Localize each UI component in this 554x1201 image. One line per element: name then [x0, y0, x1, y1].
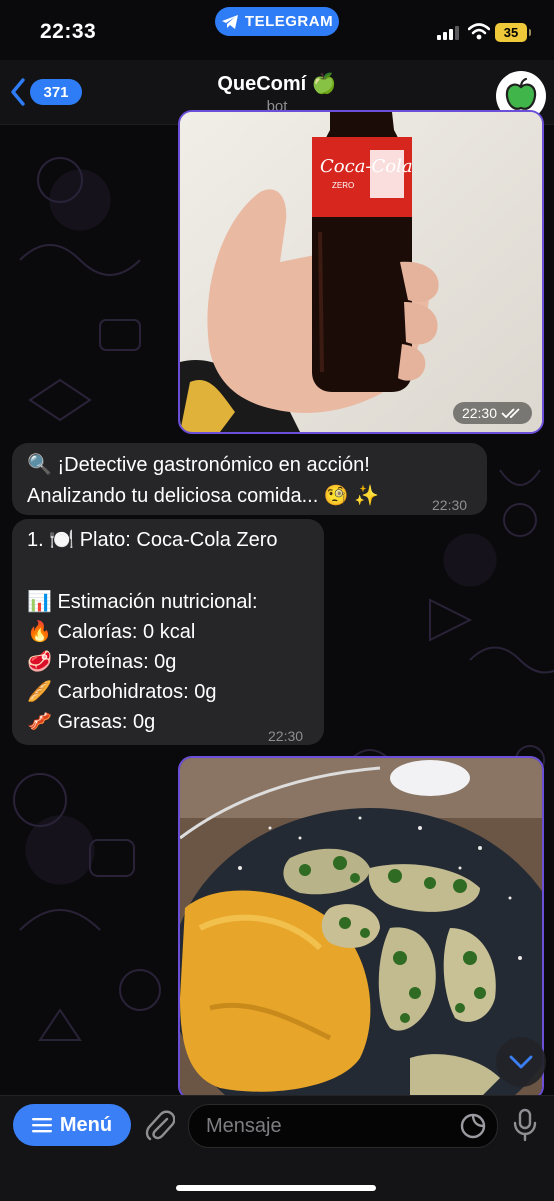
telegram-pill-label: TELEGRAM [244, 13, 334, 30]
menu-button-label: Menú [59, 1113, 113, 1136]
message-time: 22:30 [461, 405, 497, 421]
battery-indicator: 35 [495, 23, 531, 42]
outgoing-photo-message[interactable]: Coca-Cola ZERO 22:30 [178, 110, 544, 434]
fat-line: 🥓 Grasas: 0g [27, 711, 156, 733]
incoming-nutrition-message[interactable]: 1. 🍽️ Plato: Coca-Cola Zero 📊 Estimación… [12, 519, 324, 745]
protein-line: 🥩 Proteínas: 0g [27, 651, 177, 673]
wifi-icon [468, 23, 490, 40]
photo-timestamp: 22:30 [452, 402, 532, 424]
message-text: 🔍 ¡Detective gastronómico en acción! Ana… [27, 450, 379, 512]
read-checkmarks-icon [501, 408, 520, 419]
telegram-plane-icon [221, 14, 238, 29]
estimate-heading: 📊 Estimación nutricional: [27, 591, 258, 613]
telegram-pill[interactable]: TELEGRAM [215, 7, 339, 36]
sticker-icon[interactable] [459, 1112, 487, 1140]
status-time: 22:33 [40, 20, 97, 43]
message-input[interactable]: Mensaje [188, 1104, 498, 1148]
microphone-icon[interactable] [512, 1108, 538, 1142]
scroll-to-bottom-button[interactable] [496, 1037, 546, 1087]
chevron-down-icon [509, 1055, 533, 1069]
chat-title[interactable]: QueComí 🍏 [0, 71, 554, 96]
message-line: Analizando tu deliciosa comida... 🧐 ✨ [27, 485, 380, 507]
message-line: 🔍 ¡Detective gastronómico en acción! [27, 454, 370, 476]
incoming-text-message[interactable]: 🔍 ¡Detective gastronómico en acción! Ana… [12, 443, 487, 515]
message-input-placeholder: Mensaje [206, 1115, 282, 1137]
calories-line: 🔥 Calorías: 0 kcal [27, 621, 196, 643]
message-time: 22:30 [268, 728, 304, 744]
coca-cola-zero-photo: Coca-Cola ZERO [180, 112, 542, 432]
home-indicator[interactable] [176, 1185, 376, 1191]
paperclip-icon[interactable] [145, 1110, 175, 1142]
status-bar: 22:33 TELEGRAM 35 [0, 0, 554, 60]
dish-line: 1. 🍽️ Plato: Coca-Cola Zero [27, 529, 278, 551]
message-time: 22:30 [432, 497, 468, 513]
carbs-line: 🥖 Carbohidratos: 0g [27, 681, 217, 703]
bot-menu-button[interactable]: Menú [13, 1104, 131, 1146]
svg-text:ZERO: ZERO [332, 181, 354, 190]
hamburger-icon [31, 1118, 52, 1133]
food-plate-photo [180, 758, 542, 1098]
signal-icon [437, 26, 459, 40]
outgoing-photo-message[interactable] [178, 756, 544, 1100]
